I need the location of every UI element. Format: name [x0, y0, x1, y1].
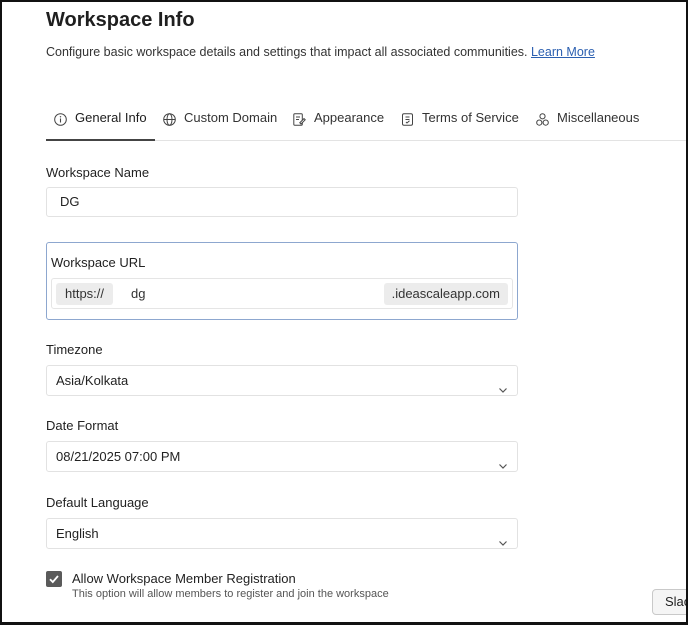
- tab-label: Custom Domain: [184, 110, 278, 125]
- workspace-name-label: Workspace Name: [46, 165, 150, 180]
- workspace-url-field: https:// dg .ideascaleapp.com: [51, 278, 513, 309]
- default-language-value: English: [56, 526, 99, 541]
- date-format-label: Date Format: [46, 418, 119, 433]
- chevron-down-icon: [498, 529, 508, 546]
- workspace-url-input[interactable]: dg: [131, 283, 145, 305]
- member-registration-help: This option will allow members to regist…: [72, 588, 389, 600]
- description-text: Configure basic workspace details and se…: [46, 45, 528, 59]
- tab-label: General Info: [75, 110, 147, 125]
- tab-bar: General Info Custom Domain Appearance Te…: [46, 110, 686, 141]
- url-suffix: .ideascaleapp.com: [383, 283, 508, 305]
- tab-general-info[interactable]: General Info: [46, 110, 155, 141]
- timezone-select[interactable]: Asia/Kolkata: [46, 365, 518, 396]
- date-format-select[interactable]: 08/21/2025 07:00 PM: [46, 441, 518, 472]
- tab-terms-of-service[interactable]: Terms of Service: [401, 110, 519, 139]
- checkmark-icon: [49, 575, 59, 584]
- date-format-value: 08/21/2025 07:00 PM: [56, 449, 181, 464]
- workspace-url-label: Workspace URL: [51, 255, 146, 270]
- workspace-info-panel: Workspace Info Configure basic workspace…: [0, 0, 688, 625]
- page-title: Workspace Info: [46, 9, 195, 31]
- globe-icon: [163, 113, 176, 126]
- tab-miscellaneous[interactable]: Miscellaneous: [536, 110, 639, 139]
- workspace-name-input[interactable]: DG: [46, 187, 518, 217]
- tab-label: Miscellaneous: [557, 110, 640, 125]
- tab-label: Appearance: [314, 110, 385, 125]
- shapes-icon: [536, 113, 549, 126]
- timezone-label: Timezone: [46, 342, 103, 357]
- timezone-value: Asia/Kolkata: [56, 373, 129, 388]
- default-language-label: Default Language: [46, 495, 149, 510]
- tab-label: Terms of Service: [422, 110, 519, 125]
- slack-button[interactable]: Slac: [652, 589, 686, 615]
- member-registration-checkbox[interactable]: [46, 571, 62, 587]
- member-registration-label: Allow Workspace Member Registration: [72, 571, 296, 586]
- default-language-select[interactable]: English: [46, 518, 518, 549]
- workspace-url-group: Workspace URL https:// dg .ideascaleapp.…: [46, 242, 518, 320]
- page-description: Configure basic workspace details and se…: [46, 45, 595, 59]
- tab-appearance[interactable]: Appearance: [293, 110, 384, 139]
- chevron-down-icon: [498, 452, 508, 469]
- document-icon: [401, 113, 414, 126]
- url-prefix: https://: [56, 283, 114, 305]
- learn-more-link[interactable]: Learn More: [531, 45, 595, 59]
- info-icon: [54, 113, 67, 126]
- palette-icon: [293, 113, 306, 126]
- chevron-down-icon: [498, 376, 508, 393]
- tab-custom-domain[interactable]: Custom Domain: [163, 110, 277, 139]
